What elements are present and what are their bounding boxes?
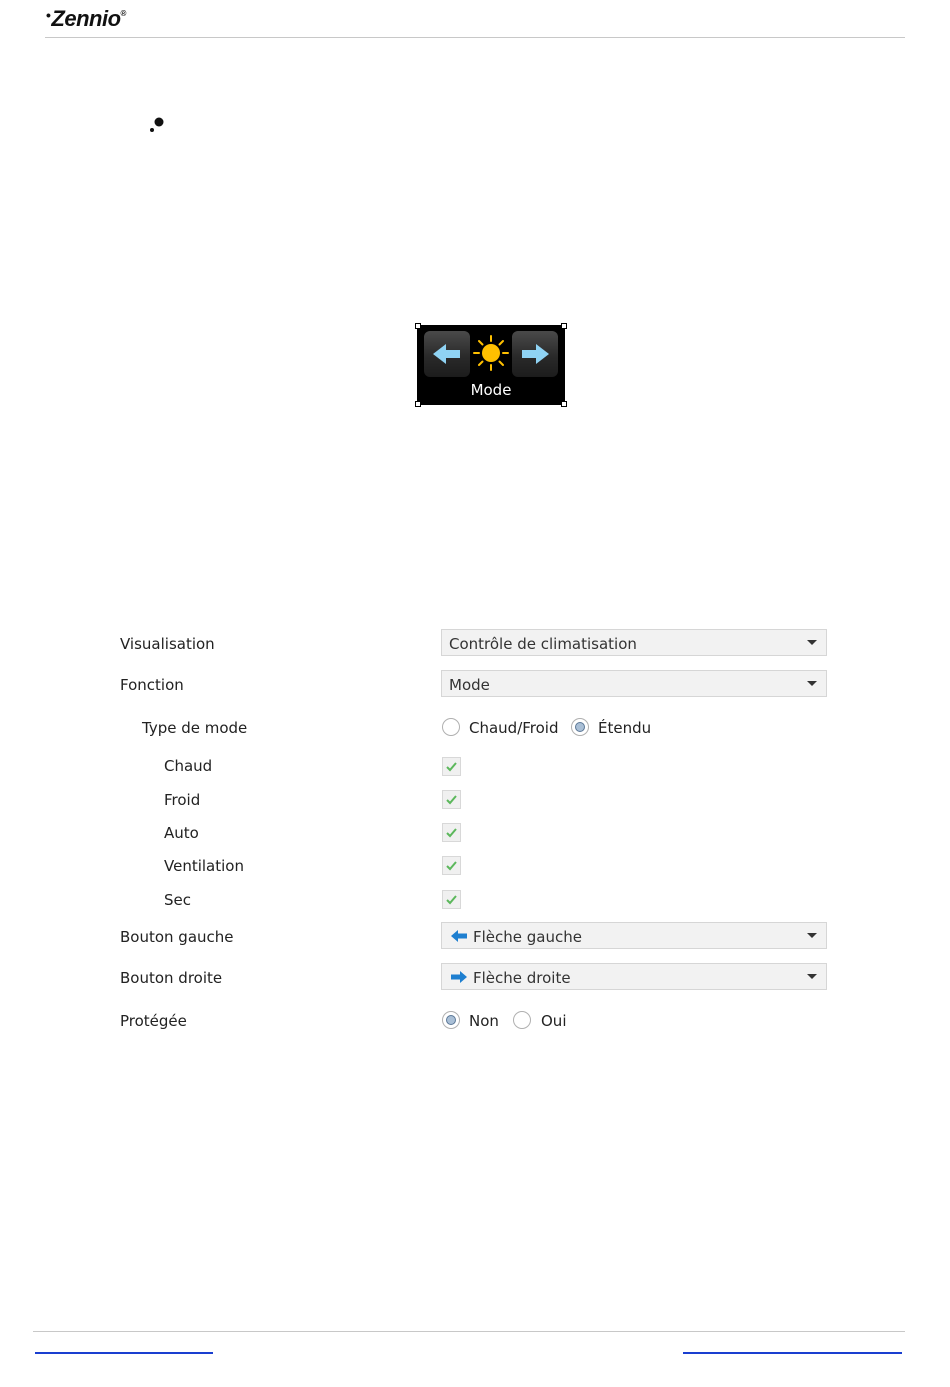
footer-link-right[interactable] — [683, 1352, 902, 1354]
left-arrow-icon — [451, 930, 467, 942]
froid-checkbox[interactable] — [442, 790, 461, 809]
widget-right-button[interactable] — [512, 331, 558, 377]
radio-oui[interactable] — [513, 1011, 531, 1029]
radio-non[interactable] — [442, 1011, 460, 1029]
sec-label: Sec — [164, 891, 191, 909]
radio-chaud-froid-label: Chaud/Froid — [469, 719, 559, 737]
auto-checkbox[interactable] — [442, 823, 461, 842]
bouton-gauche-label: Bouton gauche — [120, 928, 234, 946]
radio-etendu-label: Étendu — [598, 719, 652, 737]
checkmark-icon — [446, 795, 457, 805]
sun-icon — [473, 335, 509, 371]
bouton-droite-dropdown[interactable]: Flèche droite — [441, 963, 827, 990]
radio-non-label: Non — [469, 1012, 499, 1030]
footer-link-left[interactable] — [35, 1352, 213, 1354]
selection-handle — [415, 323, 421, 329]
visualisation-dropdown[interactable]: Contrôle de climatisation — [441, 629, 827, 656]
chevron-down-icon — [807, 681, 817, 686]
fonction-label: Fonction — [120, 676, 184, 694]
auto-label: Auto — [164, 824, 199, 842]
chevron-down-icon — [807, 640, 817, 645]
selection-handle — [561, 401, 567, 407]
checkmark-icon — [446, 828, 457, 838]
mode-widget: Mode — [417, 325, 565, 405]
chevron-down-icon — [807, 933, 817, 938]
ventilation-checkbox[interactable] — [442, 856, 461, 875]
left-arrow-icon — [433, 344, 460, 364]
checkmark-icon — [446, 861, 457, 871]
chaud-checkbox[interactable] — [442, 757, 461, 776]
radio-etendu[interactable] — [571, 718, 589, 736]
bouton-droite-label: Bouton droite — [120, 969, 223, 987]
checkmark-icon — [446, 895, 457, 905]
fonction-dropdown[interactable]: Mode — [441, 670, 827, 697]
footer-divider — [33, 1331, 905, 1332]
widget-label: Mode — [470, 381, 512, 399]
visualisation-value: Contrôle de climatisation — [449, 635, 637, 653]
logo-registered-mark: ® — [120, 9, 127, 18]
bouton-gauche-value: Flèche gauche — [473, 928, 582, 946]
fonction-value: Mode — [449, 676, 490, 694]
checkmark-icon — [446, 762, 457, 772]
chaud-label: Chaud — [164, 757, 213, 775]
ventilation-label: Ventilation — [164, 857, 244, 875]
bouton-droite-value: Flèche droite — [473, 969, 571, 987]
logo-text: Zennio — [51, 6, 121, 31]
type-de-mode-label: Type de mode — [142, 719, 248, 737]
right-arrow-icon — [522, 344, 549, 364]
widget-left-button[interactable] — [424, 331, 470, 377]
selection-handle — [415, 401, 421, 407]
sec-checkbox[interactable] — [442, 890, 461, 909]
visualisation-label: Visualisation — [120, 635, 215, 653]
zennio-logo: •Zennio® — [46, 6, 126, 32]
selection-handle — [561, 323, 567, 329]
bouton-gauche-dropdown[interactable]: Flèche gauche — [441, 922, 827, 949]
radio-oui-label: Oui — [541, 1012, 567, 1030]
protegee-label: Protégée — [120, 1012, 187, 1030]
chevron-down-icon — [807, 974, 817, 979]
right-arrow-icon — [451, 971, 467, 983]
header-divider — [45, 37, 905, 38]
bullet-icon — [150, 117, 164, 132]
froid-label: Froid — [164, 791, 201, 809]
radio-chaud-froid[interactable] — [442, 718, 460, 736]
logo-dot-icon: • — [46, 7, 51, 23]
